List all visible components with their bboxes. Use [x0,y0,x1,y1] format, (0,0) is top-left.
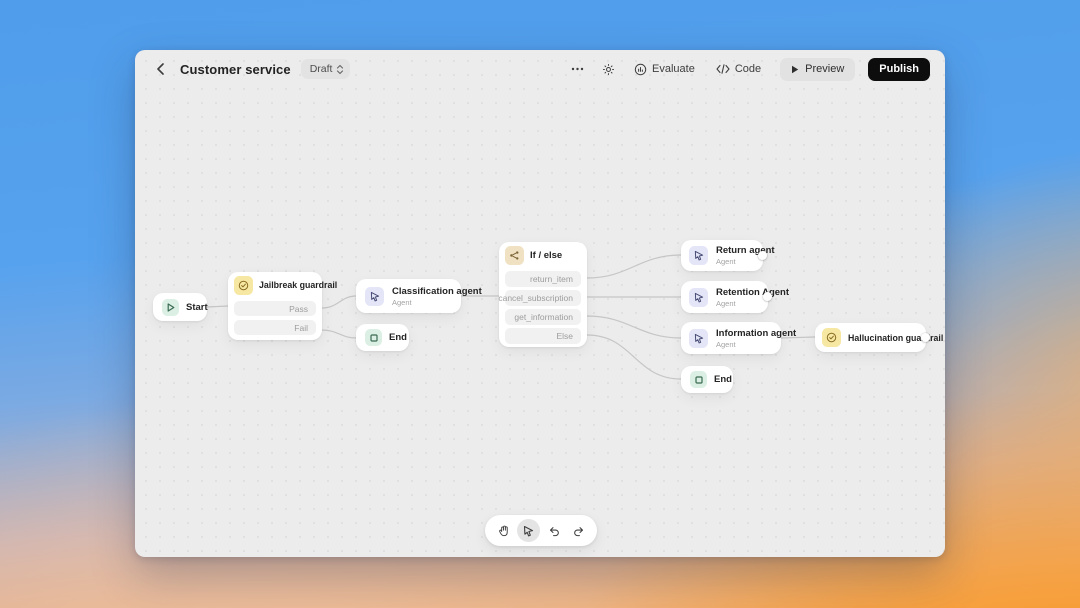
node-jailbreak-title: Jailbreak guardrail [259,280,337,290]
guardrail-icon [234,276,253,295]
more-menu-button[interactable] [565,58,589,80]
node-classification-title: Classification agent [392,286,482,297]
edge-returnitem-returnagent [587,255,681,278]
node-end-2[interactable]: End [681,366,733,393]
node-end-2-label: End [714,374,732,385]
undo-icon [548,525,560,537]
branch-cancel-subscription[interactable]: cancel_subscription [505,290,581,306]
agent-icon [689,246,708,265]
canvas-header: Customer service Draft Evaluate Code [135,50,945,88]
chevron-updown-icon [336,64,344,75]
start-icon [162,299,179,316]
node-if-else[interactable]: If / else return_item cancel_subscriptio… [499,242,587,347]
redo-button[interactable] [567,519,590,542]
edge-getinfo-information [587,316,681,338]
node-retention-agent-title: Retention Agent [716,287,789,298]
node-information-agent-subtitle: Agent [716,340,796,349]
node-classification-subtitle: Agent [392,298,482,307]
pan-tool-button[interactable] [492,519,515,542]
if-else-icon [505,246,524,265]
branch-pass[interactable]: Pass [234,301,316,316]
branch-fail[interactable]: Fail [234,320,316,335]
agent-icon [689,329,708,348]
node-classification-agent[interactable]: Classification agent Agent [356,279,461,313]
agent-icon [365,287,384,306]
node-end-1[interactable]: End [356,324,409,351]
node-jailbreak-guardrail[interactable]: Jailbreak guardrail Pass Fail [228,272,322,340]
ellipsis-icon [571,67,584,71]
node-information-agent-title: Information agent [716,328,796,339]
preview-button[interactable]: Preview [780,58,855,81]
branch-get-information[interactable]: get_information [505,309,581,325]
node-if-else-title: If / else [530,250,562,261]
code-icon [716,64,730,74]
node-retention-agent[interactable]: Retention Agent Agent [681,281,768,313]
branch-return-item[interactable]: return_item [505,271,581,287]
status-dropdown[interactable]: Draft [301,59,351,79]
evaluate-button[interactable]: Evaluate [627,58,702,80]
play-icon [791,65,799,74]
end-icon [690,371,707,388]
node-end-1-label: End [389,332,407,343]
undo-button[interactable] [542,519,565,542]
page-title: Customer service [180,62,291,77]
redo-icon [573,525,585,537]
code-label: Code [735,63,761,75]
guardrail-icon [822,328,841,347]
select-tool-button[interactable] [517,519,540,542]
edge-start-jailbreak [207,306,228,307]
connection-handle[interactable] [758,251,767,260]
publish-button[interactable]: Publish [868,58,930,81]
edge-else-end [587,335,681,379]
preview-label: Preview [805,63,844,75]
evaluate-icon [634,63,647,76]
node-start-label: Start [186,302,208,313]
gear-icon [602,63,615,76]
node-information-agent[interactable]: Information agent Agent [681,322,781,354]
agent-icon [689,288,708,307]
branch-else[interactable]: Else [505,328,581,344]
code-button[interactable]: Code [709,58,768,80]
settings-button[interactable] [596,58,620,80]
connection-handle[interactable] [763,292,772,301]
node-retention-agent-subtitle: Agent [716,299,789,308]
node-return-agent[interactable]: Return agent Agent [681,240,763,271]
back-button[interactable] [150,59,170,79]
end-icon [365,329,382,346]
evaluate-label: Evaluate [652,63,695,75]
connection-handle[interactable] [921,333,930,342]
edge-fail-end [322,330,356,338]
node-hallucination-guardrail[interactable]: Hallucination guardrail [815,323,926,352]
node-start[interactable]: Start [153,293,207,321]
select-cursor-icon [523,525,534,537]
canvas-toolbar [485,515,597,546]
workflow-canvas[interactable]: Customer service Draft Evaluate Code [135,50,945,557]
grab-hand-icon [498,524,510,537]
status-label: Draft [310,63,333,75]
edge-pass-classification [322,296,356,308]
